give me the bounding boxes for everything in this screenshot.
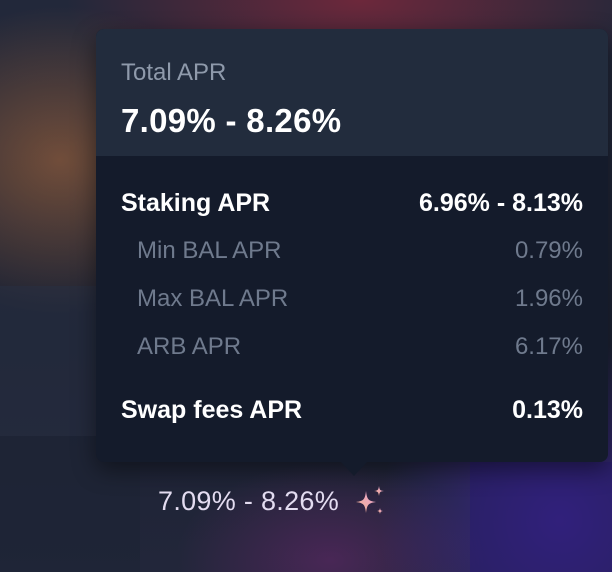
staking-apr-value: 6.96% - 8.13% (419, 189, 583, 217)
background-panel-right (470, 462, 612, 572)
swap-fees-apr-label: Swap fees APR (121, 396, 303, 424)
swap-fees-apr-value: 0.13% (512, 396, 583, 424)
min-bal-apr-value: 0.79% (514, 237, 583, 264)
arb-apr-label: ARB APR (137, 333, 242, 360)
arb-apr-value: 6.17% (514, 333, 583, 360)
max-bal-apr-label: Max BAL APR (137, 285, 289, 312)
apr-tooltip: Total APR 7.09% - 8.26% Staking APR 6.96… (96, 29, 608, 476)
swap-fees-apr-row: Swap fees APR 0.13% (121, 396, 583, 425)
max-bal-apr-row: Max BAL APR 1.96% (137, 285, 583, 313)
background-panel-left (0, 286, 96, 436)
apr-trigger[interactable]: 7.09% - 8.26% (158, 484, 387, 518)
min-bal-apr-label: Min BAL APR (137, 237, 282, 264)
tooltip-caret (341, 462, 367, 476)
tooltip-header: Total APR 7.09% - 8.26% (96, 29, 608, 156)
staking-apr-row: Staking APR 6.96% - 8.13% (121, 189, 583, 218)
arb-apr-row: ARB APR 6.17% (137, 333, 583, 361)
total-apr-value: 7.09% - 8.26% (121, 102, 342, 139)
min-bal-apr-row: Min BAL APR 0.79% (137, 237, 583, 265)
max-bal-apr-value: 1.96% (514, 285, 583, 312)
staking-apr-label: Staking APR (121, 189, 271, 217)
total-apr-label: Total APR (121, 59, 227, 86)
sparkles-icon (353, 484, 387, 518)
apr-value-text: 7.09% - 8.26% (158, 485, 340, 516)
